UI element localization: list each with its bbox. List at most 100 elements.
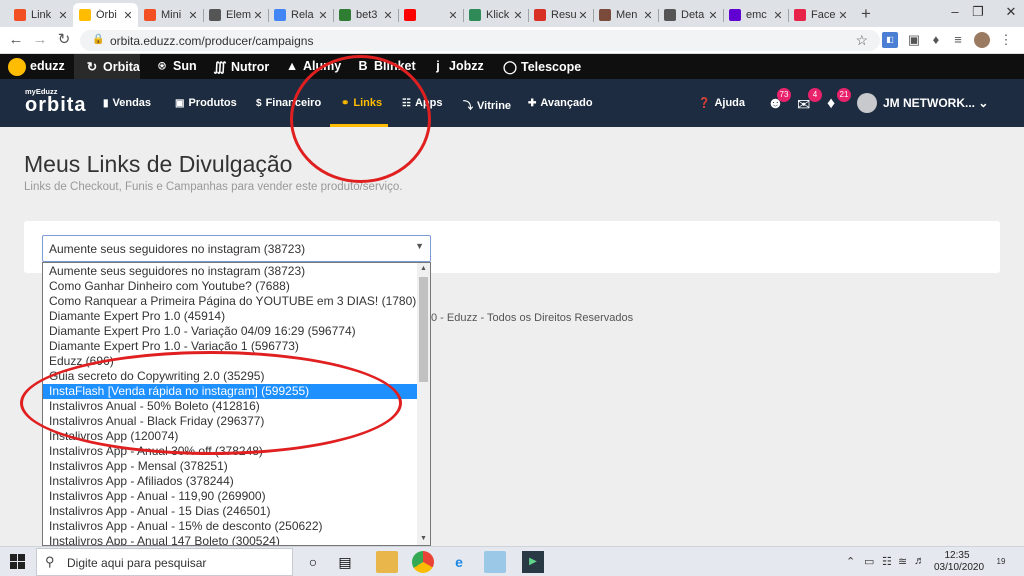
- bookmark-star-icon[interactable]: ☆: [855, 32, 868, 49]
- dropdown-option[interactable]: Instalivros App - Anual - 119,90 (269900…: [43, 489, 418, 504]
- tab-close-icon[interactable]: ✕: [382, 9, 394, 22]
- back-icon[interactable]: ←: [6, 31, 26, 49]
- tab-close-icon[interactable]: ✕: [577, 9, 589, 22]
- action-center-icon[interactable]: 19: [992, 553, 1010, 570]
- tab-close-icon[interactable]: ✕: [187, 9, 199, 22]
- jobzz-icon: j: [436, 59, 440, 73]
- browser-tab[interactable]: Deta ✕: [658, 3, 723, 27]
- nav-vitrine[interactable]: ⤵ Vitrine: [463, 97, 511, 112]
- file-explorer-icon[interactable]: [376, 551, 398, 573]
- bell-icon[interactable]: ♦: [827, 95, 835, 113]
- product-label: Telescope: [521, 60, 582, 74]
- dropdown-option[interactable]: Como Ranquear a Primeira Página do YOUTU…: [43, 294, 418, 309]
- dropdown-option[interactable]: Instalivros App - Anual - 15% de descont…: [43, 519, 418, 534]
- tab-close-icon[interactable]: ✕: [707, 9, 719, 22]
- scroll-up-icon[interactable]: ▲: [417, 263, 430, 275]
- product-label: Jobzz: [449, 59, 484, 73]
- system-clock[interactable]: 12:35 03/10/2020: [934, 550, 984, 574]
- battery-icon[interactable]: ▭: [864, 555, 874, 568]
- scrollbar-thumb[interactable]: [419, 277, 428, 382]
- browser-tab[interactable]: Órbi ✕: [73, 3, 138, 27]
- product-telescope[interactable]: ◯ Telescope: [503, 59, 581, 74]
- browser-tab[interactable]: ✕: [398, 3, 463, 27]
- product-sun[interactable]: ⍟ Sun: [155, 59, 196, 74]
- browser-tab[interactable]: bet3 ✕: [333, 3, 398, 27]
- browser-tab[interactable]: Klick ✕: [463, 3, 528, 27]
- product-label: Nutror: [231, 60, 270, 74]
- user-menu[interactable]: JM NETWORK... ⌄: [883, 96, 988, 110]
- windows-start-icon[interactable]: [10, 554, 26, 570]
- app-icon[interactable]: [484, 551, 506, 573]
- browser-tab[interactable]: Link ✕: [8, 3, 73, 27]
- extension-icon[interactable]: ▣: [906, 32, 922, 48]
- task-view-icon[interactable]: ▤: [334, 551, 356, 573]
- extension-icon[interactable]: ◧: [882, 32, 898, 48]
- wifi-icon[interactable]: ≊: [898, 555, 907, 568]
- dropdown-scrollbar[interactable]: ▲ ▼: [417, 263, 430, 545]
- nav-produtos[interactable]: ▣ Produtos: [175, 97, 237, 109]
- product-select[interactable]: Aumente seus seguidores no instagram (38…: [42, 235, 431, 262]
- lock-icon: 🔒: [92, 34, 105, 45]
- product-nutror[interactable]: ∭ Nutror: [213, 59, 269, 74]
- tab-close-icon[interactable]: ✕: [837, 9, 849, 22]
- user-avatar[interactable]: [857, 93, 877, 113]
- tab-favicon-icon: [144, 9, 156, 21]
- dropdown-option[interactable]: Instalivros App - Anual 147 Boleto (3005…: [43, 534, 418, 545]
- flash-icon: ⤵: [463, 101, 473, 112]
- reload-icon[interactable]: ↻: [54, 31, 74, 49]
- puzzle-icon[interactable]: ♦: [928, 32, 944, 48]
- nav-avancado[interactable]: ✚ Avançado: [528, 97, 593, 109]
- dropdown-option[interactable]: Instalivros App - Afiliados (378244): [43, 474, 418, 489]
- scroll-down-icon[interactable]: ▼: [417, 533, 430, 545]
- reading-list-icon[interactable]: ≡: [950, 32, 966, 48]
- nutror-icon: ∭: [213, 60, 227, 74]
- puzzle-icon: ✚: [528, 98, 537, 109]
- tab-close-icon[interactable]: ✕: [772, 9, 784, 22]
- cortana-icon[interactable]: ○: [302, 551, 324, 573]
- eduzz-logo-text[interactable]: eduzz: [30, 59, 65, 73]
- url-field[interactable]: 🔒 orbita.eduzz.com/producer/campaigns ☆: [80, 30, 880, 51]
- dropdown-option[interactable]: Como Ganhar Dinheiro com Youtube? (7688): [43, 279, 418, 294]
- tab-close-icon[interactable]: ✕: [252, 9, 264, 22]
- tab-close-icon[interactable]: ✕: [512, 9, 524, 22]
- tab-close-icon[interactable]: ✕: [317, 9, 329, 22]
- forward-icon[interactable]: →: [30, 31, 50, 49]
- volume-icon[interactable]: ♬: [914, 555, 925, 567]
- more-menu-icon[interactable]: ⋮: [998, 32, 1014, 48]
- tab-label: Órbi: [96, 9, 117, 21]
- help-link[interactable]: ❓ Ajuda: [698, 97, 745, 109]
- dropdown-arrow-icon: ▼: [415, 241, 424, 251]
- close-window-icon[interactable]: ✕: [988, 0, 1024, 27]
- tray-chevron-icon[interactable]: ⌃: [846, 555, 855, 568]
- dropdown-option[interactable]: Instalivros App - Mensal (378251): [43, 459, 418, 474]
- browser-tab[interactable]: Face ✕: [788, 3, 853, 27]
- tab-close-icon[interactable]: ✕: [642, 9, 654, 22]
- dropdown-option[interactable]: Aumente seus seguidores no instagram (38…: [43, 264, 418, 279]
- tab-close-icon[interactable]: ✕: [122, 9, 134, 22]
- network-icon[interactable]: ☷: [882, 555, 892, 568]
- dropdown-option[interactable]: Instalivros App - Anual - 15 Dias (24650…: [43, 504, 418, 519]
- profile-avatar[interactable]: [974, 32, 990, 48]
- taskbar-search[interactable]: ⚲ Digite aqui para pesquisar: [36, 548, 293, 576]
- dropdown-option[interactable]: Diamante Expert Pro 1.0 - Variação 04/09…: [43, 324, 418, 339]
- notifications-badge: 21: [837, 88, 851, 102]
- browser-tab[interactable]: Elem ✕: [203, 3, 268, 27]
- browser-tab[interactable]: Mini ✕: [138, 3, 203, 27]
- browser-tab[interactable]: emc ✕: [723, 3, 788, 27]
- product-jobzz[interactable]: j Jobzz: [431, 59, 484, 73]
- browser-tab[interactable]: Men ✕: [593, 3, 658, 27]
- dropdown-option[interactable]: Diamante Expert Pro 1.0 (45914): [43, 309, 418, 324]
- app-icon[interactable]: ▶: [522, 551, 544, 573]
- brand-orbita-logo[interactable]: orbita: [25, 94, 87, 117]
- nav-vendas[interactable]: ▮ Vendas: [103, 97, 151, 109]
- product-label: Orbita: [103, 60, 140, 74]
- browser-tab[interactable]: Rela ✕: [268, 3, 333, 27]
- tab-favicon-icon: [469, 9, 481, 21]
- tab-close-icon[interactable]: ✕: [447, 9, 459, 22]
- product-orbita[interactable]: ↻ Orbita: [85, 59, 140, 74]
- tab-close-icon[interactable]: ✕: [57, 9, 69, 22]
- edge-icon[interactable]: e: [448, 551, 470, 573]
- browser-tab[interactable]: Resu ✕: [528, 3, 593, 27]
- chrome-icon[interactable]: [412, 551, 434, 573]
- new-tab-button[interactable]: +: [853, 3, 879, 27]
